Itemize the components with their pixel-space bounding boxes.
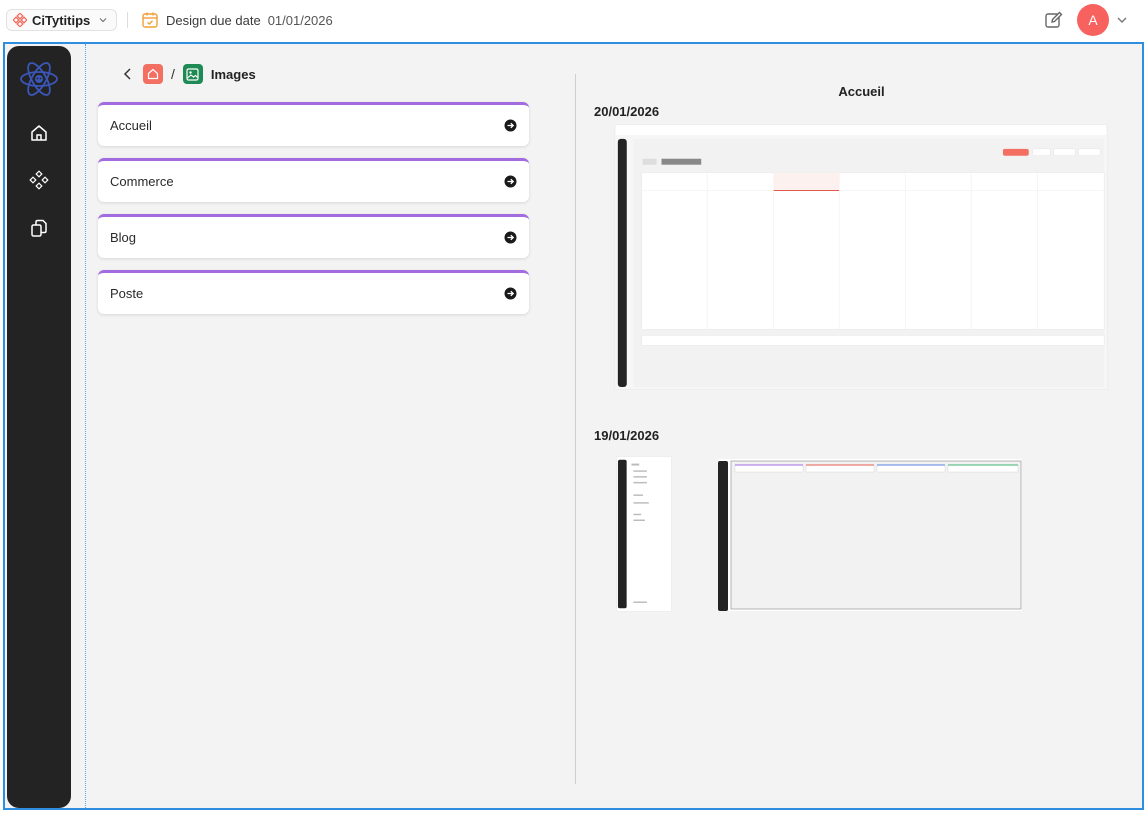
page-list: Accueil Commerce Blog Poste xyxy=(98,102,529,326)
due-date-label: Design due date xyxy=(166,12,261,28)
image-icon xyxy=(182,64,203,84)
arrow-right-circle-icon[interactable] xyxy=(504,231,517,244)
page-title: Images xyxy=(210,66,256,82)
dotted-guide xyxy=(85,44,86,808)
main-panel: / Images Accueil Commerce Blog Poste Acc… xyxy=(88,46,1140,808)
project-name: CiTytitips xyxy=(32,12,91,28)
page-card-label: Accueil xyxy=(110,118,152,133)
page-card-label: Commerce xyxy=(110,174,174,189)
preview-title: Accueil xyxy=(838,84,885,99)
project-selector[interactable]: CiTytitips xyxy=(6,9,118,31)
due-date-value: 01/01/2026 xyxy=(267,12,333,28)
page-card-poste[interactable]: Poste xyxy=(98,270,529,314)
home-icon[interactable] xyxy=(29,123,49,143)
column-divider xyxy=(575,74,576,784)
breadcrumb-separator: / xyxy=(171,66,175,82)
calendar-check-icon xyxy=(142,12,158,28)
home-icon[interactable] xyxy=(143,64,163,84)
page-card-commerce[interactable]: Commerce xyxy=(98,158,529,202)
screenshot-thumbnail[interactable] xyxy=(614,124,1108,390)
screenshot-thumbnail[interactable] xyxy=(718,459,1022,611)
sidebar-rail xyxy=(7,46,71,808)
arrow-right-circle-icon[interactable] xyxy=(504,119,517,132)
arrow-right-circle-icon[interactable] xyxy=(504,175,517,188)
date-heading: 20/01/2026 xyxy=(594,104,660,119)
top-bar: CiTytitips Design due date 01/01/2026 A xyxy=(0,0,1147,40)
atom-logo-icon xyxy=(20,62,58,96)
divider xyxy=(127,12,128,28)
page-card-label: Blog xyxy=(110,230,137,245)
breadcrumb: / Images xyxy=(121,64,256,84)
page-card-accueil[interactable]: Accueil xyxy=(98,102,529,146)
components-icon[interactable] xyxy=(29,170,49,190)
chevron-down-icon xyxy=(99,18,107,23)
date-heading: 19/01/2026 xyxy=(594,428,660,443)
page-card-label: Poste xyxy=(110,286,144,301)
pages-icon[interactable] xyxy=(29,218,49,238)
edit-icon[interactable] xyxy=(1044,10,1064,30)
app-frame: / Images Accueil Commerce Blog Poste Acc… xyxy=(3,42,1144,810)
page-card-blog[interactable]: Blog xyxy=(98,214,529,258)
back-icon[interactable] xyxy=(121,67,135,81)
arrow-right-circle-icon[interactable] xyxy=(504,287,517,300)
design-due-date: Design due date 01/01/2026 xyxy=(141,11,333,29)
chevron-down-icon[interactable] xyxy=(1115,13,1129,27)
grid-dots-icon xyxy=(13,13,27,27)
screenshot-thumbnail[interactable] xyxy=(616,456,672,612)
avatar[interactable]: A xyxy=(1077,4,1109,36)
